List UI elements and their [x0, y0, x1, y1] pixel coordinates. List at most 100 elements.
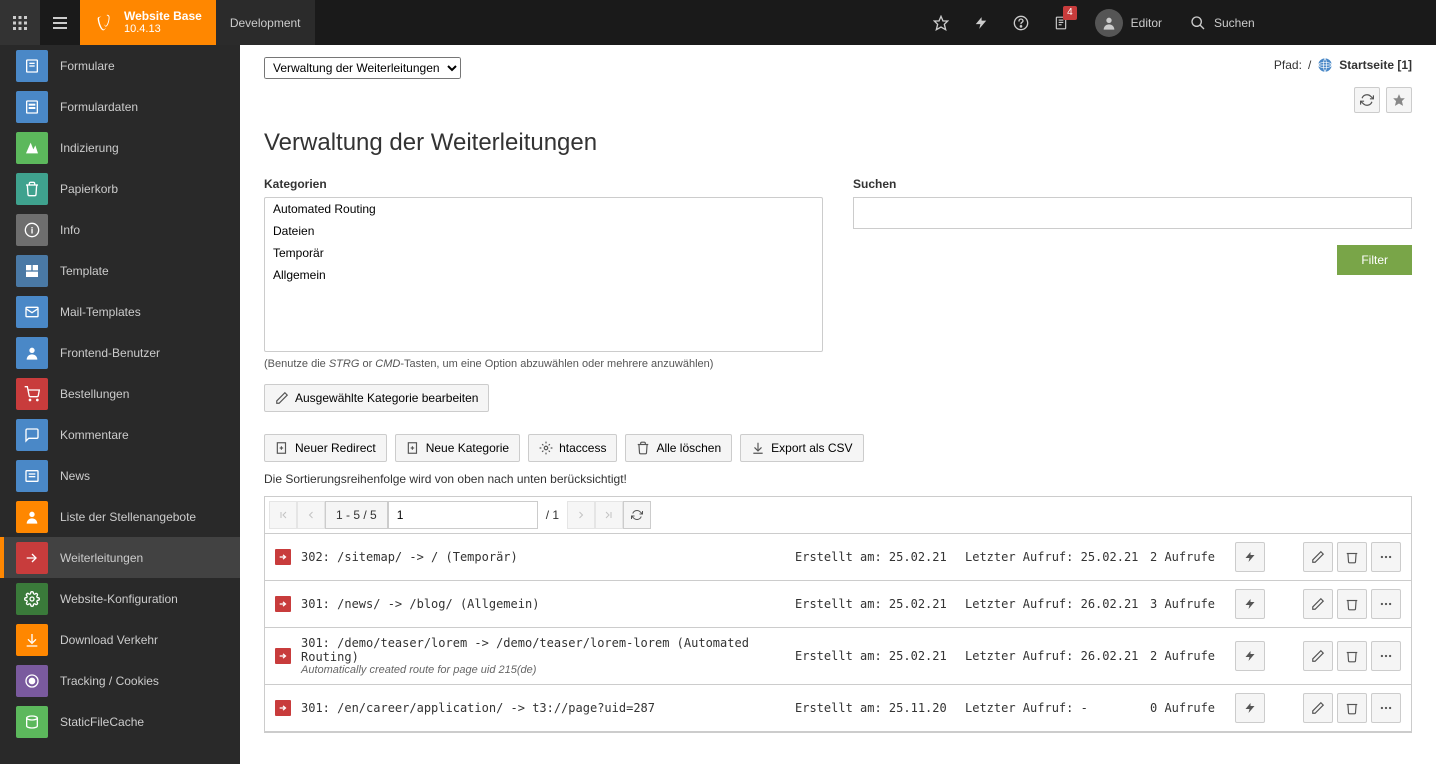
global-search[interactable]: Suchen: [1176, 0, 1436, 45]
edit-category-button[interactable]: Ausgewählte Kategorie bearbeiten: [264, 384, 489, 412]
trash-icon: [1345, 649, 1359, 663]
row-more-button[interactable]: [1371, 542, 1401, 572]
sidebar-item-formulare[interactable]: Formulare: [0, 45, 240, 86]
lightning-icon: [1244, 649, 1256, 663]
sidebar-item-kommentare[interactable]: Kommentare: [0, 414, 240, 455]
row-edit-button[interactable]: [1303, 589, 1333, 619]
sidebar-item-jobs[interactable]: Liste der Stellenangebote: [0, 496, 240, 537]
download-icon: [24, 632, 40, 648]
bookmark-page-button[interactable]: [1386, 87, 1412, 113]
user-icon: [24, 345, 40, 361]
module-selector[interactable]: Verwaltung der Weiterleitungen: [264, 57, 461, 79]
pager-page-input[interactable]: [388, 501, 538, 529]
more-icon: [1379, 597, 1393, 611]
bookmark-button[interactable]: [921, 0, 961, 45]
sidebar-item-news[interactable]: News: [0, 455, 240, 496]
categories-hint: (Benutze die STRG or CMD-Tasten, um eine…: [264, 358, 823, 370]
pager-first-button[interactable]: [269, 501, 297, 529]
cart-icon: [24, 386, 40, 402]
new-category-button[interactable]: Neue Kategorie: [395, 434, 520, 462]
row-flash-button[interactable]: [1235, 641, 1265, 671]
sidebar-item-bestellungen[interactable]: Bestellungen: [0, 373, 240, 414]
jobs-icon: [24, 509, 40, 525]
grid-icon: [13, 16, 27, 30]
sidebar-item-indizierung[interactable]: Indizierung: [0, 127, 240, 168]
user-menu[interactable]: Editor: [1081, 0, 1176, 45]
reload-button[interactable]: [1354, 87, 1380, 113]
category-option[interactable]: Dateien: [265, 220, 822, 242]
notifications-button[interactable]: 4: [1041, 0, 1081, 45]
sidebar-item-mail-templates[interactable]: Mail-Templates: [0, 291, 240, 332]
row-more-button[interactable]: [1371, 641, 1401, 671]
gear-icon: [539, 441, 553, 455]
row-edit-button[interactable]: [1303, 641, 1333, 671]
apps-menu-button[interactable]: [0, 0, 40, 45]
delete-all-button[interactable]: Alle löschen: [625, 434, 732, 462]
row-edit-button[interactable]: [1303, 693, 1333, 723]
brand[interactable]: Website Base 10.4.13: [80, 0, 216, 45]
sidebar-item-label: Info: [60, 223, 80, 237]
categories-label: Kategorien: [264, 177, 823, 191]
sidebar-item-website-config[interactable]: Website-Konfiguration: [0, 578, 240, 619]
row-more-button[interactable]: [1371, 693, 1401, 723]
path-page[interactable]: Startseite [1]: [1339, 58, 1412, 72]
category-option[interactable]: Allgemein: [265, 264, 822, 286]
row-delete-button[interactable]: [1337, 693, 1367, 723]
htaccess-button[interactable]: htaccess: [528, 434, 617, 462]
list-menu-button[interactable]: [40, 0, 80, 45]
sidebar-item-frontend-user[interactable]: Frontend-Benutzer: [0, 332, 240, 373]
row-last-access: Letzter Aufruf: 25.02.21: [965, 550, 1140, 564]
pager-last-button[interactable]: [595, 501, 623, 529]
row-flash-button[interactable]: [1235, 693, 1265, 723]
row-edit-button[interactable]: [1303, 542, 1333, 572]
sidebar-item-label: Template: [60, 264, 109, 278]
category-option[interactable]: Automated Routing: [265, 198, 822, 220]
row-delete-button[interactable]: [1337, 542, 1367, 572]
categories-select[interactable]: Automated RoutingDateienTemporärAllgemei…: [264, 197, 823, 352]
row-delete-button[interactable]: [1337, 589, 1367, 619]
row-created: Erstellt am: 25.02.21: [795, 649, 955, 663]
sidebar-item-info[interactable]: i Info: [0, 209, 240, 250]
config-icon: [24, 591, 40, 607]
pager-next-button[interactable]: [567, 501, 595, 529]
pager-total: / 1: [538, 508, 567, 522]
pager: 1 - 5 / 5 / 1: [265, 497, 1411, 534]
new-redirect-button[interactable]: Neuer Redirect: [264, 434, 387, 462]
pager-prev-button[interactable]: [297, 501, 325, 529]
first-icon: [277, 509, 289, 521]
search-input[interactable]: [853, 197, 1412, 229]
help-button[interactable]: [1001, 0, 1041, 45]
sidebar-item-label: Kommentare: [60, 428, 129, 442]
sidebar-item-template[interactable]: Template: [0, 250, 240, 291]
pager-reload-button[interactable]: [623, 501, 651, 529]
comment-icon: [24, 427, 40, 443]
sidebar-item-label: Formulare: [60, 59, 115, 73]
sidebar-item-static-cache[interactable]: StaticFileCache: [0, 701, 240, 742]
pencil-icon: [1311, 550, 1325, 564]
row-flash-button[interactable]: [1235, 589, 1265, 619]
reload-icon: [631, 509, 643, 521]
category-option[interactable]: Temporär: [265, 242, 822, 264]
row-flash-button[interactable]: [1235, 542, 1265, 572]
filter-button[interactable]: Filter: [1337, 245, 1412, 275]
search-label: Suchen: [853, 177, 1412, 191]
plus-doc-icon: [275, 441, 289, 455]
table-row: 301: /en/career/application/ -> t3://pag…: [265, 685, 1411, 732]
row-more-button[interactable]: [1371, 589, 1401, 619]
svg-text:i: i: [31, 225, 34, 235]
row-calls: 3 Aufrufe: [1150, 597, 1225, 611]
star-icon: [933, 15, 949, 31]
row-created: Erstellt am: 25.11.20: [795, 701, 955, 715]
globe-icon: [1317, 57, 1333, 73]
sidebar-item-download-traffic[interactable]: Download Verkehr: [0, 619, 240, 660]
sidebar-item-papierkorb[interactable]: Papierkorb: [0, 168, 240, 209]
sidebar-item-redirects[interactable]: Weiterleitungen: [0, 537, 240, 578]
sidebar-item-formulardaten[interactable]: Formulardaten: [0, 86, 240, 127]
export-csv-button[interactable]: Export als CSV: [740, 434, 863, 462]
row-delete-button[interactable]: [1337, 641, 1367, 671]
sidebar-item-label: Formulardaten: [60, 100, 138, 114]
brand-version: 10.4.13: [124, 23, 202, 36]
sidebar-item-tracking[interactable]: Tracking / Cookies: [0, 660, 240, 701]
typo3-logo-icon: [94, 12, 116, 34]
cache-button[interactable]: [961, 0, 1001, 45]
